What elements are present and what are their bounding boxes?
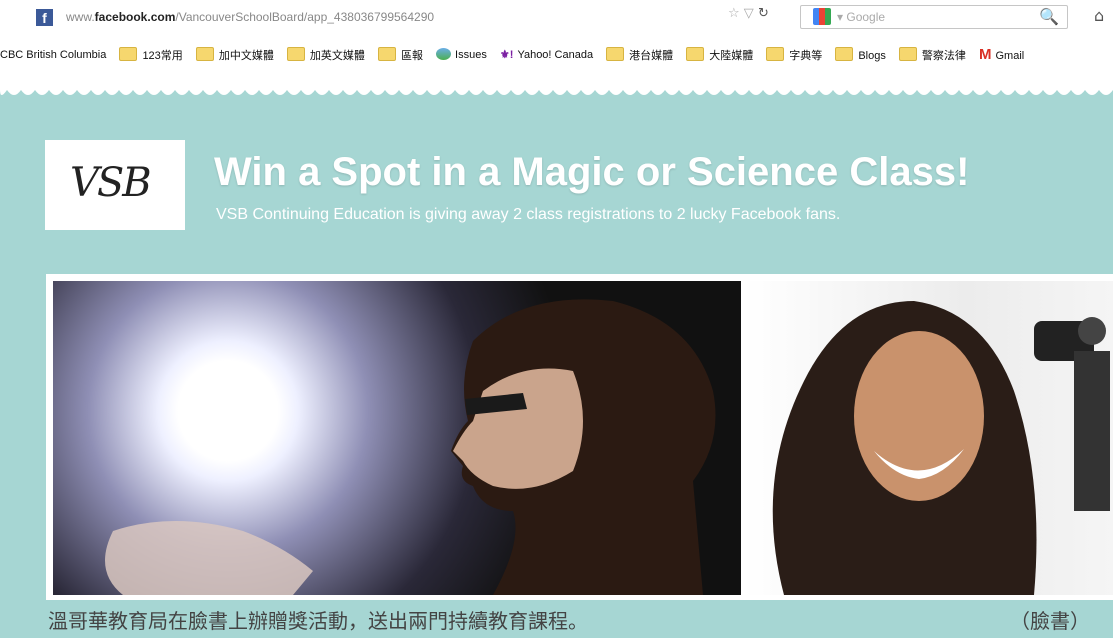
folder-icon xyxy=(195,46,214,61)
folder-icon xyxy=(606,46,625,61)
bookmark-123[interactable]: 123常用 xyxy=(119,46,183,63)
bookmark-issues[interactable]: Issues xyxy=(436,48,487,61)
bookmark-yahoo[interactable]: ⚜! Yahoo! Canada xyxy=(500,48,593,61)
science-student-photo xyxy=(744,281,1113,595)
search-box[interactable]: ▾ Google 🔍 xyxy=(800,5,1068,29)
bookmark-label: Gmail xyxy=(995,50,1025,62)
bookmark-label: 港台媒體 xyxy=(629,49,674,62)
bookmark-gmail[interactable]: M Gmail xyxy=(979,46,1024,63)
folder-icon xyxy=(377,46,396,61)
bookmark-blogs[interactable]: Blogs xyxy=(835,47,886,62)
bookmark-hk-tw-media[interactable]: 港台媒體 xyxy=(606,46,674,63)
bookmark-mainland-media[interactable]: 大陸媒體 xyxy=(686,46,754,63)
home-icon[interactable]: ⌂ xyxy=(1094,6,1104,25)
gmail-icon: M xyxy=(978,46,992,63)
bookmark-label: 區報 xyxy=(400,49,423,62)
folder-icon xyxy=(766,46,785,61)
address-controls: ☆ ▽ ↻ xyxy=(728,6,769,21)
folder-icon xyxy=(119,46,138,61)
bookmark-star-icon[interactable]: ☆ xyxy=(728,6,740,21)
bookmark-dictionaries[interactable]: 字典等 xyxy=(766,46,823,63)
folder-icon xyxy=(686,46,705,61)
bookmark-label: Issues xyxy=(455,49,487,61)
globe-icon xyxy=(436,48,452,60)
browser-toolbar: f www.facebook.com/VancouverSchoolBoard/… xyxy=(0,0,1113,34)
logo-text: VSB xyxy=(70,160,152,206)
history-dropdown-icon[interactable]: ▽ xyxy=(744,6,754,21)
bookmark-police-law[interactable]: 警察法律 xyxy=(898,46,966,63)
google-logo-icon[interactable] xyxy=(813,8,831,25)
address-bar[interactable]: f www.facebook.com/VancouverSchoolBoard/… xyxy=(6,6,706,28)
folder-icon xyxy=(898,46,917,61)
vsb-logo[interactable]: VSB xyxy=(45,140,185,230)
folder-icon xyxy=(835,47,854,61)
bookmark-label: Blogs xyxy=(858,50,886,62)
boy-silhouette xyxy=(105,299,716,595)
photo-credit: （臉書） xyxy=(1010,609,1090,633)
search-placeholder: Google xyxy=(846,10,886,24)
bookmark-label: 123常用 xyxy=(142,49,183,62)
bookmark-ca-english-media[interactable]: 加英文媒體 xyxy=(286,46,365,63)
facebook-favicon-icon: f xyxy=(36,9,53,26)
bookmark-local-papers[interactable]: 區報 xyxy=(377,46,423,63)
bookmark-label: CBC British Columbia xyxy=(0,48,107,61)
news-caption: 溫哥華教育局在臉書上辦贈獎活動，送出兩門持續教育課程。 xyxy=(48,609,588,633)
page-title: Win a Spot in a Magic or Science Class! xyxy=(214,150,970,194)
reload-icon[interactable]: ↻ xyxy=(758,6,769,21)
page-subtitle: VSB Continuing Education is giving away … xyxy=(216,206,841,223)
bookmark-cbc[interactable]: CBC British Columbia xyxy=(0,49,106,61)
search-icon[interactable]: 🔍 xyxy=(1039,7,1059,26)
scalloped-edge xyxy=(0,84,1113,95)
url-domain: facebook.com xyxy=(94,10,176,24)
bookmark-label: 大陸媒體 xyxy=(709,49,754,62)
folder-icon xyxy=(286,46,305,61)
url-prefix: www. xyxy=(66,10,95,24)
bookmark-label: 加中文媒體 xyxy=(218,49,274,62)
bookmarks-bar: CBC British Columbia 123常用 加中文媒體 加英文媒體 區… xyxy=(0,46,1113,70)
bookmark-label: 字典等 xyxy=(789,49,823,62)
bookmark-label: 警察法律 xyxy=(921,49,966,62)
bookmark-label: Yahoo! Canada xyxy=(517,49,594,61)
yahoo-icon: ⚜! xyxy=(499,49,514,61)
url-path: /VancouverSchoolBoard/app_43803679956429… xyxy=(175,10,435,24)
bookmark-ca-chinese-media[interactable]: 加中文媒體 xyxy=(195,46,274,63)
girl-with-microscope xyxy=(772,301,1110,595)
magic-student-photo xyxy=(53,281,741,595)
search-input[interactable]: ▾ Google xyxy=(837,10,885,24)
bookmark-label: 加英文媒體 xyxy=(309,49,365,62)
url-text[interactable]: www.facebook.com/VancouverSchoolBoard/ap… xyxy=(66,10,434,24)
